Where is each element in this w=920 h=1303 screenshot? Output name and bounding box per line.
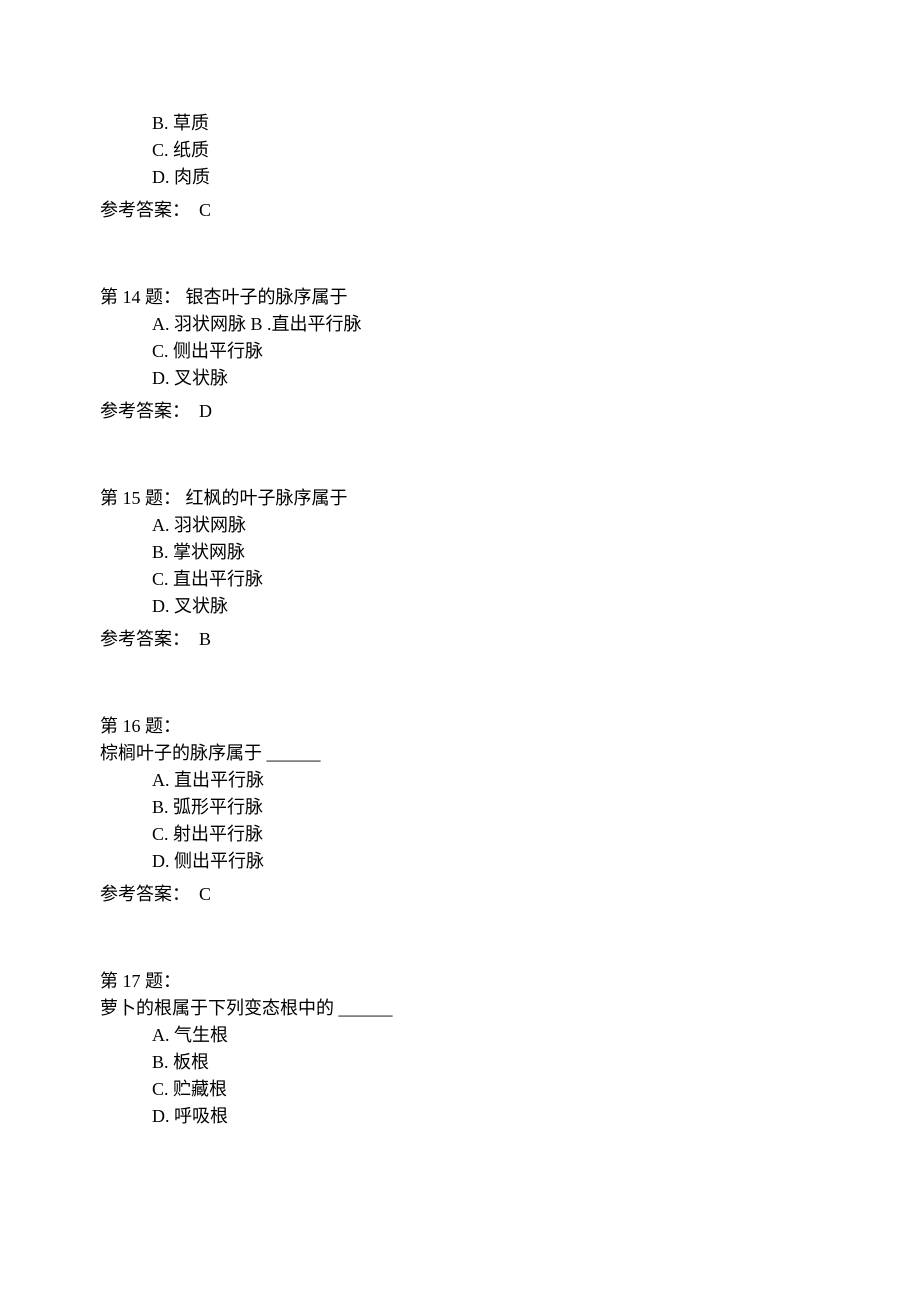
answer-label: 参考答案：	[100, 884, 199, 904]
answer-label: 参考答案：	[100, 401, 199, 421]
option-b: B .直出平行脉	[251, 314, 362, 334]
answer-value: C	[199, 200, 211, 220]
option-d: D. 叉状脉	[100, 593, 820, 620]
question-17: 第 17 题： 萝卜的根属于下列变态根中的 ______ A. 气生根 B. 板…	[100, 968, 820, 1130]
question-16: 第 16 题： 棕榈叶子的脉序属于 ______ A. 直出平行脉 B. 弧形平…	[100, 713, 820, 875]
option-d: D. 呼吸根	[100, 1103, 820, 1130]
option-c: C. 纸质	[100, 137, 820, 164]
answer-label: 参考答案：	[100, 200, 199, 220]
answer-value: D	[199, 401, 212, 421]
answer-13: 参考答案：C	[100, 197, 820, 224]
option-b: B. 掌状网脉	[100, 539, 820, 566]
option-c: C. 直出平行脉	[100, 566, 820, 593]
question-title: 第 15 题： 红枫的叶子脉序属于	[100, 485, 820, 512]
option-line-ab: A. 羽状网脉 B .直出平行脉	[100, 311, 820, 338]
option-a: A. 羽状网脉	[152, 314, 246, 334]
question-title: 第 16 题：	[100, 713, 820, 740]
question-15: 第 15 题： 红枫的叶子脉序属于 A. 羽状网脉 B. 掌状网脉 C. 直出平…	[100, 485, 820, 620]
answer-value: C	[199, 884, 211, 904]
answer-15: 参考答案：B	[100, 626, 820, 653]
question-stem: 萝卜的根属于下列变态根中的 ______	[100, 995, 820, 1022]
option-d: D. 肉质	[100, 164, 820, 191]
page-content: B. 草质 C. 纸质 D. 肉质 参考答案：C 第 14 题： 银杏叶子的脉序…	[0, 0, 920, 1194]
option-a: A. 羽状网脉	[100, 512, 820, 539]
option-c: C. 贮藏根	[100, 1076, 820, 1103]
option-b: B. 弧形平行脉	[100, 794, 820, 821]
question-title: 第 14 题： 银杏叶子的脉序属于	[100, 284, 820, 311]
question-14: 第 14 题： 银杏叶子的脉序属于 A. 羽状网脉 B .直出平行脉 C. 侧出…	[100, 284, 820, 392]
answer-label: 参考答案：	[100, 629, 199, 649]
question-stem: 棕榈叶子的脉序属于 ______	[100, 740, 820, 767]
answer-16: 参考答案：C	[100, 881, 820, 908]
option-c: C. 侧出平行脉	[100, 338, 820, 365]
option-d: D. 叉状脉	[100, 365, 820, 392]
option-a: A. 直出平行脉	[100, 767, 820, 794]
option-b: B. 草质	[100, 110, 820, 137]
option-c: C. 射出平行脉	[100, 821, 820, 848]
option-b: B. 板根	[100, 1049, 820, 1076]
option-a: A. 气生根	[100, 1022, 820, 1049]
option-d: D. 侧出平行脉	[100, 848, 820, 875]
question-13-continued: B. 草质 C. 纸质 D. 肉质	[100, 110, 820, 191]
answer-value: B	[199, 629, 211, 649]
answer-14: 参考答案：D	[100, 398, 820, 425]
question-title: 第 17 题：	[100, 968, 820, 995]
